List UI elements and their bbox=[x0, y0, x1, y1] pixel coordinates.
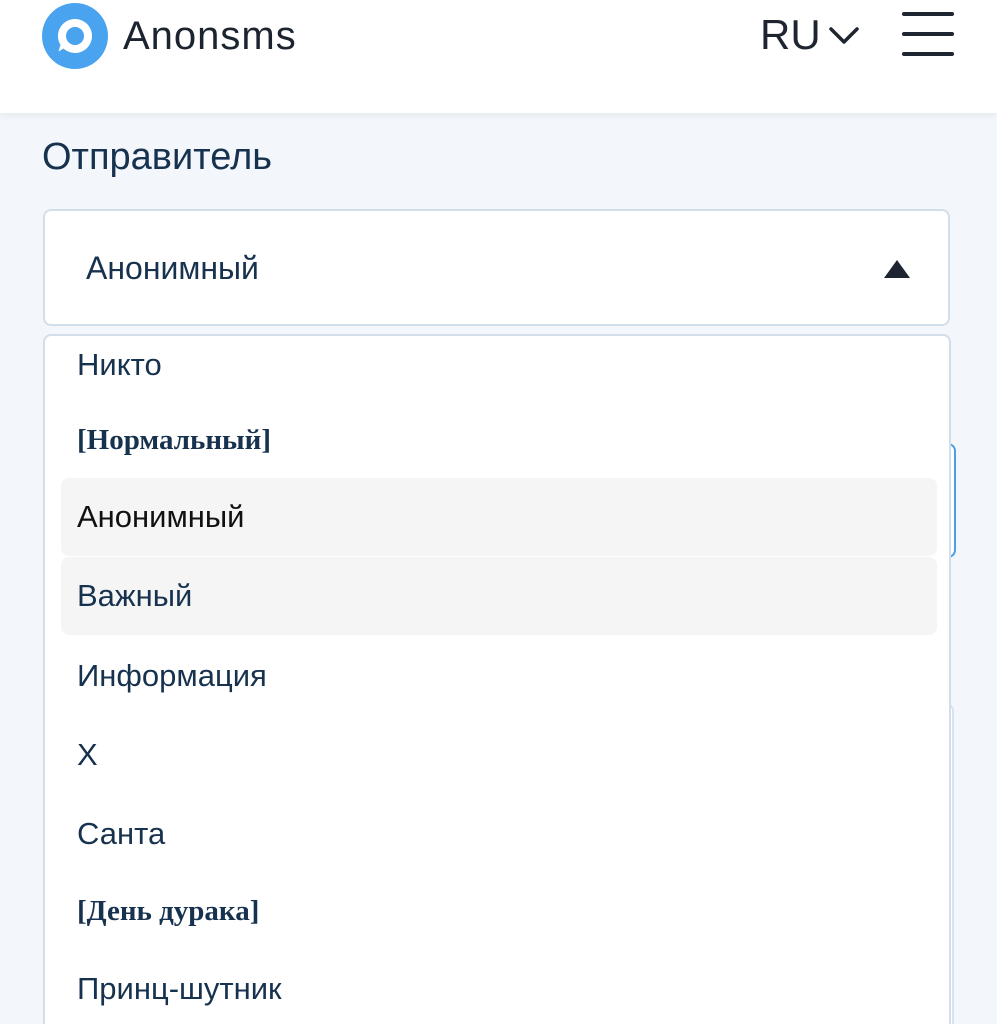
option-label: Никто bbox=[77, 347, 162, 382]
triangle-up-icon bbox=[884, 260, 910, 278]
brand-name[interactable]: Anonsms bbox=[123, 12, 297, 60]
language-switcher[interactable]: RU bbox=[760, 10, 861, 60]
menu-line bbox=[902, 52, 954, 56]
option-label: Важный bbox=[77, 578, 193, 613]
page: Anonsms RU Отправитель Анонимный : Никто… bbox=[0, 0, 997, 1024]
option-label: Принц-шутник bbox=[77, 971, 282, 1006]
group-header-normal: [Нормальный] bbox=[77, 424, 272, 456]
language-label: RU bbox=[760, 11, 821, 58]
option-nikto[interactable]: Никто bbox=[61, 336, 937, 404]
option-anonymous[interactable]: Анонимный bbox=[61, 478, 937, 556]
hamburger-menu-icon[interactable] bbox=[900, 12, 956, 58]
option-important[interactable]: Важный bbox=[61, 557, 937, 635]
chevron-down-icon bbox=[828, 27, 859, 44]
option-x[interactable]: X bbox=[61, 716, 937, 794]
sender-select[interactable]: Анонимный bbox=[43, 209, 950, 326]
option-label: Анонимный bbox=[77, 499, 245, 534]
option-information[interactable]: Информация bbox=[61, 637, 937, 715]
sender-label: Отправитель bbox=[42, 136, 273, 178]
top-header: Anonsms RU bbox=[0, 0, 997, 113]
group-header-fools-day: [День дурака] bbox=[77, 895, 260, 927]
option-label: X bbox=[77, 737, 98, 772]
option-label: Информация bbox=[77, 658, 267, 693]
menu-line bbox=[902, 32, 954, 36]
chat-bubble-icon[interactable] bbox=[42, 3, 108, 69]
sender-dropdown-list: Никто [Нормальный] Анонимный Важный Инфо… bbox=[43, 334, 951, 1024]
sender-selected-value: Анонимный bbox=[86, 250, 259, 286]
option-prince-joker[interactable]: Принц-шутник bbox=[61, 950, 937, 1024]
option-label: Санта bbox=[77, 816, 166, 851]
option-santa[interactable]: Санта bbox=[61, 795, 937, 873]
menu-line bbox=[902, 12, 954, 16]
